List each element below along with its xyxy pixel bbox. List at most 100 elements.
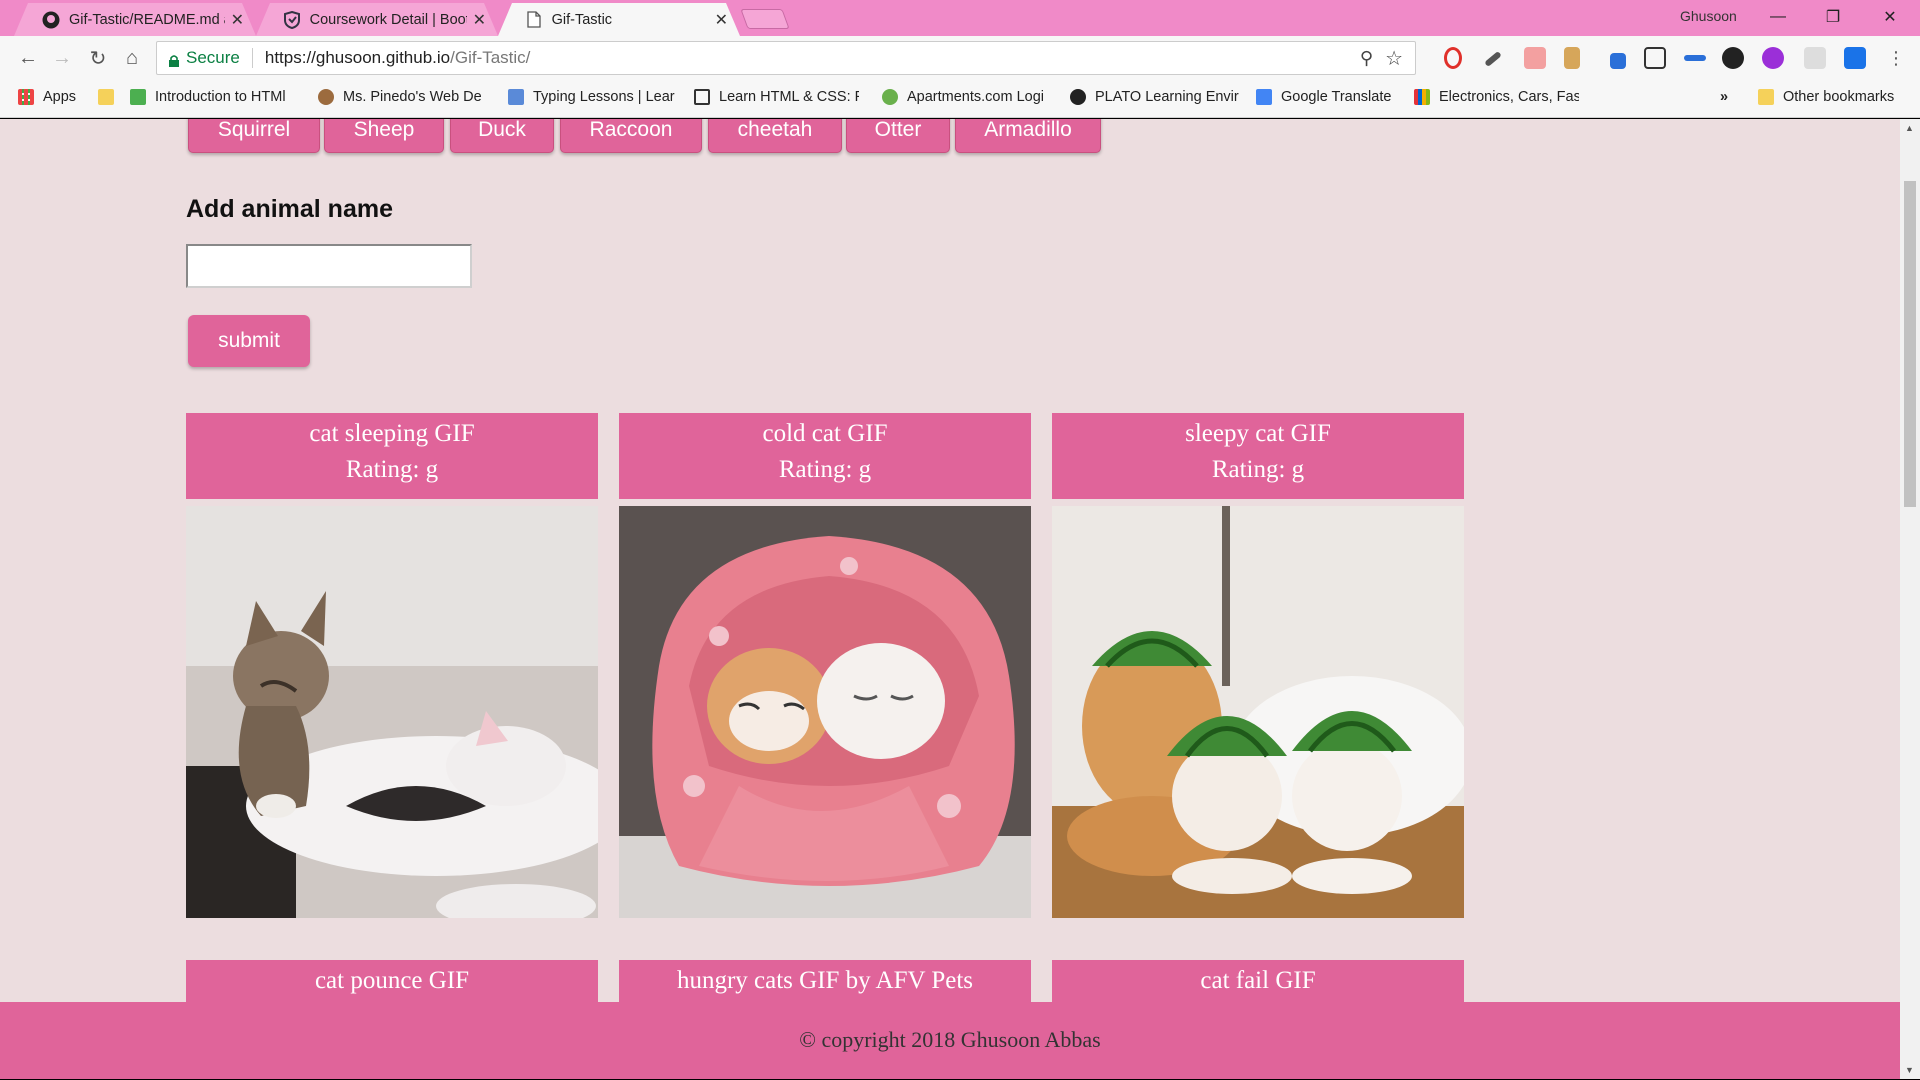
tab-coursework[interactable]: Coursework Detail | Boot ✕ bbox=[256, 3, 498, 36]
tab-title: Coursework Detail | Boot bbox=[309, 11, 467, 28]
tab-gif-tastic[interactable]: Gif-Tastic ✕ bbox=[498, 3, 740, 36]
close-window-icon[interactable]: ✕ bbox=[1870, 4, 1910, 30]
gif-card[interactable]: cat pounce GIF bbox=[186, 960, 598, 1006]
profile-name[interactable]: Ghusoon bbox=[1680, 8, 1737, 24]
scroll-down-arrow-icon[interactable]: ▼ bbox=[1905, 1065, 1914, 1075]
address-bar[interactable]: Secure https://ghusoon.github.io /Gif-Ta… bbox=[156, 41, 1416, 75]
translate-icon bbox=[1256, 89, 1272, 105]
gif-title: cat fail GIF bbox=[1200, 967, 1316, 994]
arrow-extension-icon[interactable] bbox=[1524, 47, 1546, 69]
animal-button-otter[interactable]: Otter bbox=[846, 119, 950, 153]
menu-kebab-icon[interactable]: ⋮ bbox=[1882, 44, 1910, 72]
gif-title: cold cat GIF bbox=[762, 420, 888, 447]
animal-button-armadillo[interactable]: Armadillo bbox=[955, 119, 1101, 153]
gif-image-cat-sleeping[interactable] bbox=[186, 506, 598, 918]
bookmark-google-translate[interactable]: Google Translate bbox=[1256, 89, 1391, 105]
bookmarks-overflow-chevron[interactable]: » bbox=[1720, 89, 1728, 105]
reload-icon[interactable]: ↻ bbox=[84, 44, 112, 72]
bookmark-folder[interactable] bbox=[98, 89, 123, 105]
bookmark-introduction-html[interactable]: Introduction to HTMl bbox=[130, 89, 301, 105]
avatar-icon bbox=[318, 89, 334, 105]
blank-extension-icon[interactable] bbox=[1804, 47, 1826, 69]
zoom-icon[interactable]: ⚲ bbox=[1360, 48, 1373, 69]
animal-name-input[interactable] bbox=[186, 244, 472, 288]
github-icon bbox=[42, 11, 60, 29]
typing-icon bbox=[508, 89, 524, 105]
scroll-up-arrow-icon[interactable]: ▲ bbox=[1905, 123, 1914, 133]
switch-icon[interactable] bbox=[1684, 55, 1706, 61]
tab-readme[interactable]: Gif-Tastic/README.md at ✕ bbox=[14, 3, 256, 36]
browser-toolbar: ← → ↻ ⌂ Secure https://ghusoon.github.io… bbox=[0, 36, 1920, 80]
shield-icon bbox=[284, 10, 301, 29]
gif-card[interactable]: cat sleeping GIF Rating: g bbox=[186, 413, 598, 918]
animal-button-raccoon[interactable]: Raccoon bbox=[560, 119, 702, 153]
add-animal-label: Add animal name bbox=[186, 195, 393, 223]
folder-icon bbox=[1758, 89, 1774, 105]
tab-title: Gif-Tastic/README.md at bbox=[69, 11, 225, 28]
page-footer: © copyright 2018 Ghusoon Abbas bbox=[0, 1002, 1900, 1079]
opera-icon[interactable] bbox=[1444, 47, 1462, 69]
bookmark-apartments[interactable]: Apartments.com Logi bbox=[882, 89, 1049, 105]
copyright-text: © copyright 2018 Ghusoon Abbas bbox=[799, 1027, 1101, 1052]
restore-icon[interactable]: ❐ bbox=[1813, 4, 1853, 30]
gif-title: cat sleeping GIF bbox=[309, 420, 475, 447]
hammer-icon[interactable] bbox=[1564, 47, 1580, 69]
gif-card[interactable]: sleepy cat GIF Rating: g bbox=[1052, 413, 1464, 918]
page-viewport: Squirrel Sheep Duck Raccoon cheetah Otte… bbox=[0, 119, 1900, 1079]
bookmark-learn-html[interactable]: Learn HTML & CSS: P bbox=[694, 89, 859, 105]
gif-card[interactable]: hungry cats GIF by AFV Pets bbox=[619, 960, 1031, 1006]
minimize-icon[interactable]: ― bbox=[1758, 4, 1798, 30]
forward-arrow-icon[interactable]: → bbox=[48, 44, 76, 72]
animal-button-cheetah[interactable]: cheetah bbox=[708, 119, 842, 153]
gif-image-cold-cat[interactable] bbox=[619, 506, 1031, 918]
bookmark-plato[interactable]: PLATO Learning Envir bbox=[1070, 89, 1241, 105]
gif-header: cold cat GIF Rating: g bbox=[619, 413, 1031, 499]
close-icon[interactable]: ✕ bbox=[715, 10, 728, 30]
lock-icon bbox=[169, 52, 179, 67]
gif-header: cat pounce GIF bbox=[186, 960, 598, 1006]
bookmark-other-bookmarks[interactable]: Other bookmarks bbox=[1758, 89, 1894, 105]
home-icon[interactable]: ⌂ bbox=[118, 44, 146, 72]
bookmark-pinedo[interactable]: Ms. Pinedo's Web De bbox=[318, 89, 483, 105]
gif-header: cat fail GIF bbox=[1052, 960, 1464, 1006]
animal-button-duck[interactable]: Duck bbox=[450, 119, 554, 153]
tab-strip: Gif-Tastic/README.md at ✕ Coursework Det… bbox=[0, 0, 1920, 36]
close-icon[interactable]: ✕ bbox=[231, 10, 244, 30]
star-icon[interactable]: ☆ bbox=[1385, 46, 1403, 71]
bookmark-typing[interactable]: Typing Lessons | Lear bbox=[508, 89, 675, 105]
secure-label: Secure bbox=[186, 48, 240, 67]
tab-title: Gif-Tastic bbox=[551, 11, 613, 28]
dark-mode-icon[interactable] bbox=[1722, 47, 1744, 69]
gif-header: cat sleeping GIF Rating: g bbox=[186, 413, 598, 499]
animal-button-squirrel[interactable]: Squirrel bbox=[188, 119, 320, 153]
pen-extension-icon[interactable] bbox=[1610, 53, 1626, 69]
gif-rating: Rating: g bbox=[1211, 456, 1305, 483]
gif-rating: Rating: g bbox=[345, 456, 439, 483]
gif-title: hungry cats GIF by AFV Pets bbox=[676, 967, 974, 994]
purple-extension-icon[interactable] bbox=[1762, 47, 1784, 69]
scroll-thumb[interactable] bbox=[1904, 181, 1916, 507]
bookmark-ebay[interactable]: Electronics, Cars, Fash bbox=[1414, 89, 1579, 105]
screenshot-icon[interactable] bbox=[1644, 47, 1666, 69]
code-icon bbox=[694, 89, 710, 105]
eyedropper-icon[interactable] bbox=[1484, 50, 1502, 68]
gif-image-sleepy-cat[interactable] bbox=[1052, 506, 1464, 918]
url-path: /Gif-Tastic/ bbox=[450, 48, 531, 67]
gif-header: hungry cats GIF by AFV Pets bbox=[619, 960, 1031, 1006]
new-tab-button[interactable] bbox=[740, 9, 790, 29]
animal-button-sheep[interactable]: Sheep bbox=[324, 119, 444, 153]
gif-card[interactable]: cold cat GIF Rating: g bbox=[619, 413, 1031, 918]
vertical-scrollbar[interactable]: ▲ ▼ bbox=[1900, 119, 1920, 1079]
submit-button[interactable]: submit bbox=[188, 315, 310, 367]
gif-title: cat pounce GIF bbox=[314, 967, 470, 994]
folder-icon bbox=[98, 89, 114, 105]
bookmarks-bar: Apps Introduction to HTMl Ms. Pinedo's W… bbox=[0, 80, 1920, 118]
back-arrow-icon[interactable]: ← bbox=[14, 44, 42, 72]
gif-card[interactable]: cat fail GIF bbox=[1052, 960, 1464, 1006]
bookmark-apps[interactable]: Apps bbox=[18, 89, 76, 105]
plato-icon bbox=[1070, 89, 1086, 105]
info-extension-icon[interactable] bbox=[1844, 47, 1866, 69]
gif-title: sleepy cat GIF bbox=[1185, 420, 1331, 447]
close-icon[interactable]: ✕ bbox=[473, 10, 486, 30]
ebay-icon bbox=[1414, 89, 1430, 105]
